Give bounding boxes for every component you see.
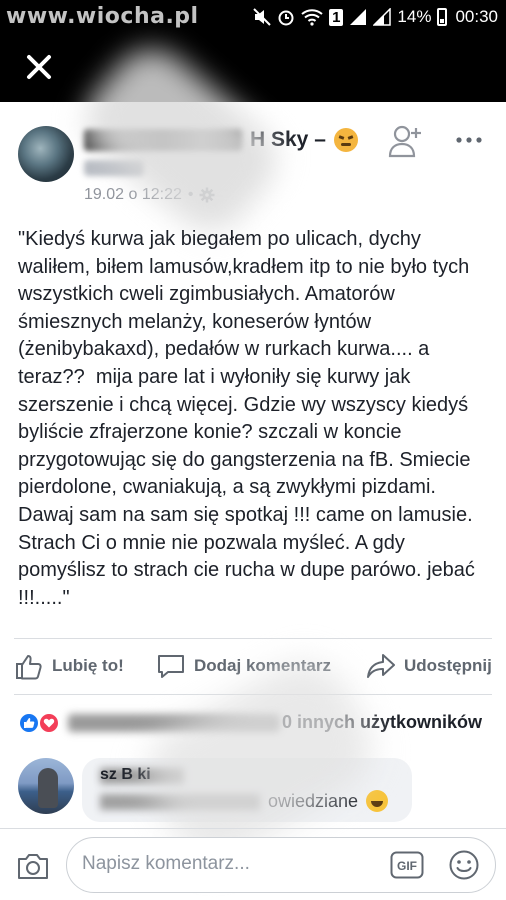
like-label: Lubię to! — [52, 656, 124, 675]
close-icon[interactable] — [24, 52, 54, 82]
alarm-icon — [278, 10, 294, 26]
divider — [14, 694, 492, 695]
more-options-icon[interactable] — [455, 132, 483, 148]
signal-icon — [350, 9, 367, 25]
add-friend-icon[interactable] — [388, 124, 424, 158]
gif-icon[interactable]: GIF — [390, 851, 424, 879]
signal-icon-2 — [373, 8, 392, 26]
battery-icon — [437, 8, 448, 26]
camera-icon[interactable] — [16, 851, 50, 881]
author-subtitle-blurred — [84, 160, 144, 176]
comment-composer: GIF — [0, 828, 506, 900]
thumbs-up-icon — [16, 655, 42, 680]
laughing-emoji-icon — [366, 790, 389, 812]
author-name-blurred — [84, 129, 242, 151]
reactors-count-text: 0 innych użytkowników — [282, 712, 483, 732]
battery-percent: 14% — [397, 7, 432, 26]
reactions-summary[interactable]: 0 innych użytkowników — [0, 700, 506, 744]
commenter-name[interactable]: sz B ki — [100, 766, 151, 784]
post-body: "Kiedyś kurwa jak biegałem po ulicach, d… — [18, 228, 481, 609]
comment-label: Dodaj komentarz — [194, 656, 331, 675]
love-reaction-icon — [38, 712, 60, 734]
clock: 00:30 — [455, 7, 498, 26]
comment-text: owiedziane — [268, 790, 389, 812]
comment-icon — [158, 655, 184, 678]
comment-item: sz B ki owiedziane — [0, 750, 506, 826]
post-meta: 19.02 o 12:22 • — [84, 186, 215, 204]
share-label: Udostępnij — [404, 656, 492, 675]
sim-badge: 1 — [329, 8, 344, 26]
post-timestamp[interactable]: 19.02 o 12:22 — [84, 186, 182, 204]
mute-icon — [253, 8, 271, 26]
like-button[interactable]: Lubię to! — [14, 652, 124, 680]
comment-button[interactable]: Dodaj komentarz — [156, 652, 331, 680]
author-name[interactable]: H Sky – — [84, 128, 358, 152]
author-name-text: H Sky – — [250, 128, 326, 151]
emoji-icon[interactable] — [448, 849, 480, 881]
commenter-avatar[interactable] — [18, 758, 74, 814]
comment-input[interactable] — [82, 841, 382, 887]
svg-text:GIF: GIF — [397, 859, 417, 873]
wifi-icon — [301, 9, 323, 26]
reactors-names-blurred — [68, 714, 280, 732]
top-header: www.wiocha.pl 1 14% 00:30 — [0, 0, 506, 102]
action-bar: Lubię to! Dodaj komentarz Udostępnij — [0, 640, 506, 694]
angry-face-icon — [333, 128, 358, 152]
share-icon — [367, 654, 395, 678]
privacy-gear-icon[interactable] — [199, 187, 215, 203]
comment-text-visible: owiedziane — [268, 790, 359, 811]
meta-dot: • — [187, 186, 194, 203]
divider — [14, 638, 492, 639]
post-header: H Sky – 19.02 o 12:22 • — [0, 102, 506, 212]
like-reaction-icon — [18, 712, 40, 734]
share-button[interactable]: Udostępnij — [366, 652, 492, 680]
comment-body-blurred — [100, 794, 260, 810]
status-bar: 1 14% 00:30 — [253, 6, 498, 28]
author-avatar[interactable] — [18, 126, 74, 182]
watermark: www.wiocha.pl — [6, 4, 199, 29]
